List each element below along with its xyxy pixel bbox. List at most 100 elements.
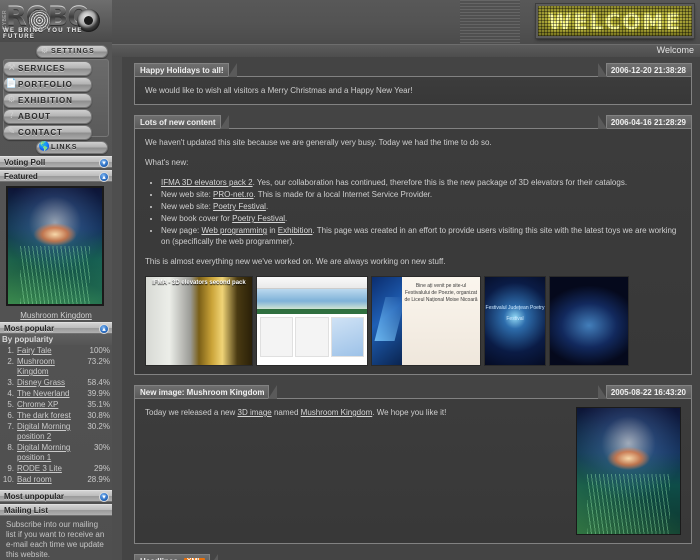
thumbnail-caption: IFMA - 3D elevators second pack — [146, 278, 252, 289]
bullet-text: . — [266, 202, 268, 211]
site-logo[interactable]: CYBER ROBO WE BRING YOU THE FUTURE — [0, 0, 112, 42]
mushroom-kingdom-image[interactable] — [576, 407, 681, 535]
sidebar-item-label: EXHIBITION — [18, 96, 73, 105]
chevron-up-icon[interactable]: ▴ — [99, 324, 109, 334]
item-percent: 30.8% — [84, 411, 110, 421]
chevron-up-icon[interactable]: ▴ — [99, 172, 109, 182]
featured-image-link[interactable]: Mushroom Kingdom — [20, 311, 92, 320]
list-item[interactable]: 3. Disney Grass 58.4% — [2, 378, 110, 388]
poetry-festival-cover-link[interactable]: Poetry Festival — [232, 214, 285, 223]
thumb-column — [260, 317, 293, 357]
rank: 4. — [2, 389, 17, 399]
rank: 3. — [2, 378, 17, 388]
item-title[interactable]: Mushroom Kingdom — [17, 357, 84, 377]
thumbnail-caption: Festivalul Județean Poetry Festival — [485, 303, 545, 325]
news-item-mushroom-kingdom: New image: Mushroom Kingdom 2005-08-22 1… — [134, 385, 692, 544]
news-timestamp: 2006-04-16 21:28:29 — [606, 115, 692, 128]
welcome-banner-text: WELCOME — [538, 10, 692, 34]
list-item[interactable]: 9. RODE 3 Lite 29% — [2, 464, 110, 474]
item-title[interactable]: Digital Morning position 2 — [17, 422, 84, 442]
list-item[interactable]: 7. Digital Morning position 2 30.2% — [2, 422, 110, 442]
thumb-columns — [257, 314, 367, 360]
featured-image[interactable] — [6, 186, 104, 306]
thumb-page: Bine ați venit pe site-ul Festivalului d… — [402, 277, 480, 365]
news-body: Today we released a new 3D image named M… — [134, 398, 692, 544]
sidebar-item-about[interactable]: ? ABOUT — [3, 109, 92, 124]
bullet-prefix: New web site: — [161, 202, 213, 211]
item-title[interactable]: The dark forest — [17, 411, 84, 421]
pro-net-website-thumb[interactable] — [256, 276, 368, 366]
list-item: New page: Web programming in Exhibition.… — [161, 225, 681, 247]
gears-icon: ⚙ — [38, 46, 51, 58]
item-title[interactable]: RODE 3 Lite — [17, 464, 91, 474]
gears-icon: ⚙ — [5, 95, 18, 107]
list-item[interactable]: 10. Bad room 28.9% — [2, 475, 110, 485]
exhibition-link[interactable]: Exhibition — [278, 226, 313, 235]
ifma-elevators-thumb[interactable]: IFMA - 3D elevators second pack — [145, 276, 253, 366]
item-percent: 28.9% — [84, 475, 110, 485]
bullet-text: . — [285, 214, 287, 223]
item-title[interactable]: Digital Morning position 1 — [17, 443, 91, 463]
item-title[interactable]: Fairy Tale — [17, 346, 87, 356]
sidebar-item-services[interactable]: ⚒ SERVICES — [3, 61, 92, 76]
chevron-down-icon[interactable]: ▾ — [99, 492, 109, 502]
rank: 1. — [2, 346, 17, 356]
news-timestamp: 2005-08-22 16:43:20 — [606, 385, 692, 398]
poetry-festival-site-thumb[interactable]: Bine ați venit pe site-ul Festivalului d… — [371, 276, 481, 366]
item-title[interactable]: Bad room — [17, 475, 84, 485]
rank: 8. — [2, 443, 17, 453]
item-title[interactable]: Chrome XP — [17, 400, 84, 410]
panel-header-voting-poll[interactable]: Voting Poll ▾ — [0, 156, 112, 168]
welcome-led-banner: WELCOME — [536, 4, 694, 38]
panel-header-most-popular[interactable]: Most popular ▴ — [0, 322, 112, 334]
panel-header-most-unpopular[interactable]: Most unpopular ▾ — [0, 490, 112, 502]
item-title[interactable]: The Neverland — [17, 389, 84, 399]
headlines-box: Headlines XML 2006-12-20 Happy Holidays … — [134, 554, 692, 560]
settings-button[interactable]: ⚙ SETTINGS — [36, 45, 108, 58]
headlines-title: Headlines — [140, 557, 178, 560]
settings-label: SETTINGS — [51, 48, 95, 55]
news-header: Lots of new content 2006-04-16 21:28:29 — [134, 115, 692, 128]
links-button[interactable]: 🌎 LINKS — [36, 141, 108, 154]
page-root: CYBER ROBO WE BRING YOU THE FUTURE WELCO… — [0, 0, 700, 560]
mushroom-kingdom-link[interactable]: Mushroom Kingdom — [301, 408, 373, 417]
tools-icon: ⚒ — [5, 63, 18, 75]
poetry-festival-link[interactable]: Poetry Festival — [213, 202, 266, 211]
thumb-sidebar — [372, 277, 402, 365]
panel-title: Featured — [0, 172, 38, 181]
3d-image-link[interactable]: 3D image — [238, 408, 272, 417]
sidebar-item-label: ABOUT — [18, 112, 51, 121]
list-item[interactable]: 2. Mushroom Kingdom 73.2% — [2, 357, 110, 377]
web-programming-link[interactable]: Web programming — [201, 226, 267, 235]
pro-net-link[interactable]: PRO-net.ro — [213, 190, 253, 199]
list-item[interactable]: 4. The Neverland 39.9% — [2, 389, 110, 399]
panel-header-mailing-list[interactable]: Mailing List — [0, 504, 112, 516]
list-item: New book cover for Poetry Festival. — [161, 213, 681, 224]
list-item[interactable]: 5. Chrome XP 35.1% — [2, 400, 110, 410]
sidebar-item-portfolio[interactable]: 📄 PORTFOLIO — [3, 77, 92, 92]
featured-image-caption: Mushroom Kingdom — [6, 306, 106, 320]
pencil-icon: ✎ — [5, 127, 18, 139]
ifma-link[interactable]: IFMA 3D elevators pack 2 — [161, 178, 253, 187]
rank: 9. — [2, 464, 17, 474]
text-post: . We hope you like it! — [372, 408, 446, 417]
thumbnail-strip: IFMA - 3D elevators second pack — [145, 276, 681, 366]
headlines-header: Headlines XML — [134, 554, 692, 560]
item-percent: 58.4% — [84, 378, 110, 388]
panel-title: Most unpopular — [0, 492, 64, 501]
poetry-festival-cover-a-thumb[interactable]: Festivalul Județean Poetry Festival — [484, 276, 546, 366]
item-percent: 35.1% — [84, 400, 110, 410]
item-title[interactable]: Disney Grass — [17, 378, 84, 388]
list-item[interactable]: 6. The dark forest 30.8% — [2, 411, 110, 421]
news-intro: We haven't updated this site because we … — [145, 137, 681, 148]
panel-header-featured[interactable]: Featured ▴ — [0, 170, 112, 182]
news-header: Happy Holidays to all! 2006-12-20 21:38:… — [134, 63, 692, 76]
panel-title: Voting Poll — [0, 158, 45, 167]
sidebar-item-exhibition[interactable]: ⚙ EXHIBITION — [3, 93, 92, 108]
logo-tagline: WE BRING YOU THE FUTURE — [3, 28, 109, 40]
chevron-down-icon[interactable]: ▾ — [99, 158, 109, 168]
poetry-festival-cover-b-thumb[interactable] — [549, 276, 629, 366]
list-item[interactable]: 1. Fairy Tale 100% — [2, 346, 110, 356]
sidebar-item-contact[interactable]: ✎ CONTACT — [3, 125, 92, 140]
list-item[interactable]: 8. Digital Morning position 1 30% — [2, 443, 110, 463]
